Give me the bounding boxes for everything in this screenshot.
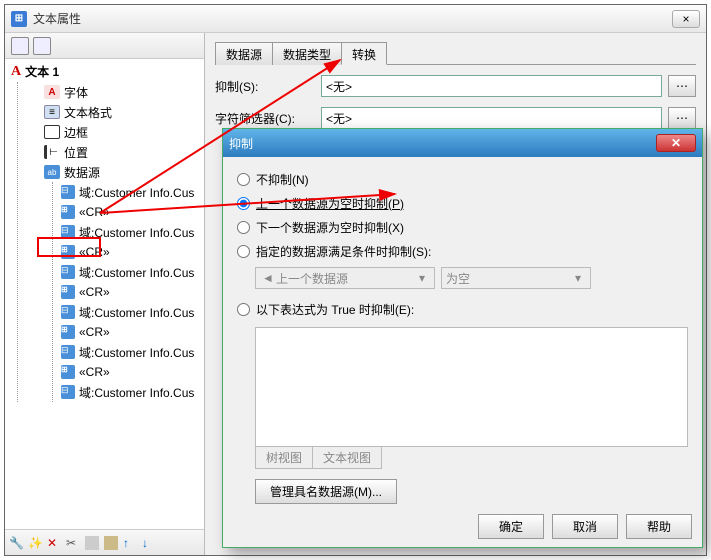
radio-cond-input[interactable] (237, 245, 250, 258)
tool-wand-icon[interactable]: ✨ (28, 536, 42, 550)
tree-field-2[interactable]: ⊟域:Customer Info.Cus (61, 222, 204, 242)
window-title: 文本属性 (33, 10, 672, 27)
property-tree: A 文本 1 A字体 ≡文本格式 边框 ⊢位置 ab数据源 ⊟域:Custome… (5, 59, 204, 529)
close-button[interactable]: × (672, 10, 700, 28)
dialog-close-button[interactable]: ✕ (656, 134, 696, 152)
radio-next-empty[interactable]: 下一个数据源为空时抑制(X) (237, 215, 688, 239)
dialog-titlebar: 抑制 ✕ (223, 129, 702, 157)
tree-cr-3[interactable]: ⊞«CR» (61, 282, 204, 302)
chevron-down-icon: ▾ (570, 271, 586, 285)
dialog-footer: 确定 取消 帮助 (478, 514, 692, 539)
radio-expression[interactable]: 以下表达式为 True 时抑制(E): (237, 297, 688, 321)
radio-next-input[interactable] (237, 221, 250, 234)
help-button[interactable]: 帮助 (626, 514, 692, 539)
filter-value[interactable]: <无> (321, 107, 662, 129)
subtab-tree[interactable]: 树视图 (255, 446, 313, 469)
radio-prev-empty[interactable]: 上一个数据源为空时抑制(P) (237, 191, 688, 215)
format-icon: ≡ (44, 105, 60, 119)
dialog-title: 抑制 (229, 135, 656, 152)
filter-label: 字符筛选器(C): (215, 110, 315, 127)
suppress-row: 抑制(S): <无> ⋯ (215, 75, 696, 97)
radio-none-input[interactable] (237, 173, 250, 186)
expression-subtabs: 树视图 文本视图 (255, 446, 688, 469)
bottom-toolbar: 🔧 ✨ ✕ ✂ ↑ ↓ (5, 529, 204, 555)
cancel-button[interactable]: 取消 (552, 514, 618, 539)
tree-field-6[interactable]: ⊟域:Customer Info.Cus (61, 382, 204, 402)
tree-cr-4[interactable]: ⊞«CR» (61, 322, 204, 342)
tool-up-icon[interactable]: ↑ (123, 536, 137, 550)
tool-wrench-icon[interactable]: 🔧 (9, 536, 23, 550)
suppress-browse-button[interactable]: ⋯ (668, 75, 696, 97)
cr-icon: ⊞ (61, 285, 75, 299)
tab-transform[interactable]: 转换 (341, 42, 387, 65)
cr-icon: ⊞ (61, 205, 75, 219)
cr-icon: ⊞ (61, 365, 75, 379)
suppress-label: 抑制(S): (215, 78, 315, 95)
tree-position[interactable]: ⊢位置 (28, 142, 204, 162)
tool-down-icon[interactable]: ↓ (142, 536, 156, 550)
left-toolbar (5, 33, 204, 59)
tab-datatype[interactable]: 数据类型 (272, 42, 342, 65)
radio-expr-input[interactable] (237, 303, 250, 316)
tool-cut-icon[interactable]: ✂ (66, 536, 80, 550)
tree-field-3[interactable]: ⊟域:Customer Info.Cus (61, 262, 204, 282)
tree-font[interactable]: A字体 (28, 82, 204, 102)
radio-none[interactable]: 不抑制(N) (237, 167, 688, 191)
tree-cr-2[interactable]: ⊞«CR» (61, 242, 204, 262)
field-icon: ⊟ (61, 225, 75, 239)
tree-root-label: 文本 1 (25, 63, 59, 80)
tool-copy-icon[interactable] (85, 536, 99, 550)
tree-root[interactable]: A 文本 1 (11, 63, 204, 80)
subtab-text[interactable]: 文本视图 (312, 446, 382, 469)
tree-field-4[interactable]: ⊟域:Customer Info.Cus (61, 302, 204, 322)
tool-delete-icon[interactable]: ✕ (47, 536, 61, 550)
position-icon: ⊢ (44, 145, 60, 159)
datasource-icon: ab (44, 165, 60, 179)
field-icon: ⊟ (61, 185, 75, 199)
manage-named-ds-button[interactable]: 管理具名数据源(M)... (255, 479, 397, 504)
tree-border[interactable]: 边框 (28, 122, 204, 142)
font-icon: A (44, 85, 60, 99)
radio-prev-input[interactable] (237, 197, 250, 210)
toolbar-icon-1[interactable] (11, 37, 29, 55)
ok-button[interactable]: 确定 (478, 514, 544, 539)
tree-cr-1[interactable]: ⊞«CR» (61, 202, 204, 222)
field-icon: ⊟ (61, 385, 75, 399)
titlebar: ⊞ 文本属性 × (5, 5, 706, 33)
chevron-left-icon: ◄ (260, 271, 276, 285)
toolbar-icon-2[interactable] (33, 37, 51, 55)
expression-textarea[interactable] (255, 327, 688, 447)
condition-op-combo[interactable]: 为空▾ (441, 267, 591, 289)
tree-field-5[interactable]: ⊟域:Customer Info.Cus (61, 342, 204, 362)
app-icon: ⊞ (11, 11, 27, 27)
chevron-down-icon: ▾ (414, 271, 430, 285)
suppress-value[interactable]: <无> (321, 75, 662, 97)
filter-browse-button[interactable]: ⋯ (668, 107, 696, 129)
tab-datasource[interactable]: 数据源 (215, 42, 273, 65)
field-icon: ⊟ (61, 265, 75, 279)
tree-field-1[interactable]: ⊟域:Customer Info.Cus (61, 182, 204, 202)
suppress-dialog: 抑制 ✕ 不抑制(N) 上一个数据源为空时抑制(P) 下一个数据源为空时抑制(X… (222, 128, 703, 548)
tool-paste-icon[interactable] (104, 536, 118, 550)
dialog-body: 不抑制(N) 上一个数据源为空时抑制(P) 下一个数据源为空时抑制(X) 指定的… (223, 157, 702, 514)
cr-icon: ⊞ (61, 245, 75, 259)
tab-bar: 数据源 数据类型 转换 (215, 41, 696, 65)
radio-condition[interactable]: 指定的数据源满足条件时抑制(S): (237, 239, 688, 263)
field-icon: ⊟ (61, 345, 75, 359)
left-panel: A 文本 1 A字体 ≡文本格式 边框 ⊢位置 ab数据源 ⊟域:Custome… (5, 33, 205, 555)
filter-row: 字符筛选器(C): <无> ⋯ (215, 107, 696, 129)
text-icon: A (11, 64, 21, 80)
tree-format[interactable]: ≡文本格式 (28, 102, 204, 122)
tree-cr-5[interactable]: ⊞«CR» (61, 362, 204, 382)
condition-source-combo[interactable]: ◄上一个数据源▾ (255, 267, 435, 289)
cr-icon: ⊞ (61, 325, 75, 339)
tree-datasource[interactable]: ab数据源 (28, 162, 204, 182)
border-icon (44, 125, 60, 139)
field-icon: ⊟ (61, 305, 75, 319)
